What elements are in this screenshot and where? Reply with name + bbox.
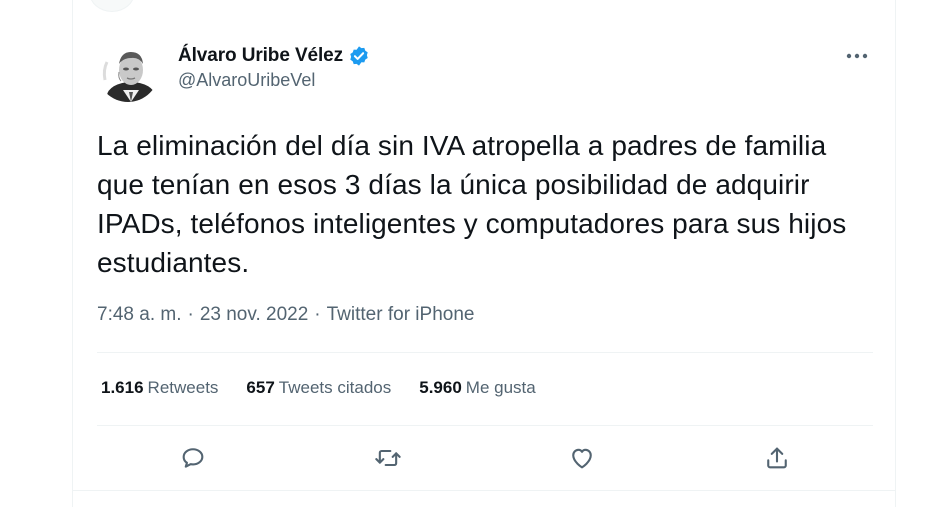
- share-icon: [767, 447, 787, 469]
- retweets-count: 1.616: [101, 378, 144, 397]
- reply-button[interactable]: [175, 440, 211, 476]
- like-icon: [572, 448, 592, 469]
- meta-separator: ·: [187, 304, 194, 325]
- meta-separator: ·: [314, 304, 321, 325]
- tweet-text: La eliminación del día sin IVA atropella…: [97, 130, 847, 278]
- tweet-detail-column: Álvaro Uribe Vélez @AlvaroUribeVel La el…: [72, 0, 896, 507]
- previous-element-stub: [89, 0, 135, 12]
- divider: [97, 352, 873, 353]
- author-name-row: Álvaro Uribe Vélez: [178, 44, 370, 68]
- share-button[interactable]: [759, 440, 795, 476]
- likes-label: Me gusta: [465, 378, 536, 397]
- tweet-page: Álvaro Uribe Vélez @AlvaroUribeVel La el…: [0, 0, 935, 507]
- like-button[interactable]: [564, 440, 600, 476]
- tweet-action-bar: [73, 440, 895, 476]
- retweets-stat[interactable]: 1.616 Retweets: [101, 378, 218, 398]
- tweet-source[interactable]: Twitter for iPhone: [327, 304, 475, 326]
- avatar[interactable]: [97, 40, 159, 102]
- engagement-stats: 1.616 Retweets 657 Tweets citados 5.960 Me …: [101, 378, 564, 398]
- more-horizontal-icon: [846, 53, 868, 59]
- more-options-button[interactable]: [843, 44, 871, 68]
- author-block: Álvaro Uribe Vélez @AlvaroUribeVel: [178, 44, 370, 91]
- retweets-label: Retweets: [147, 378, 219, 397]
- likes-stat[interactable]: 5.960 Me gusta: [419, 378, 535, 398]
- quotes-count: 657: [246, 378, 275, 397]
- retweet-icon: [375, 449, 401, 467]
- divider: [97, 425, 873, 426]
- reply-icon: [182, 448, 204, 468]
- divider: [73, 490, 895, 491]
- author-handle[interactable]: @AlvaroUribeVel: [178, 70, 370, 91]
- verified-badge-icon: [348, 45, 370, 67]
- quotes-stat[interactable]: 657 Tweets citados: [246, 378, 391, 398]
- tweet-metadata: 7:48 a. m. · 23 nov. 2022 · Twitter for …: [97, 304, 474, 326]
- tweet-time[interactable]: 7:48 a. m.: [97, 304, 182, 326]
- author-display-name[interactable]: Álvaro Uribe Vélez: [178, 45, 343, 67]
- likes-count: 5.960: [419, 378, 462, 397]
- quotes-label: Tweets citados: [278, 378, 392, 397]
- avatar-image: [97, 40, 159, 102]
- tweet-date[interactable]: 23 nov. 2022: [200, 304, 308, 326]
- retweet-button[interactable]: [370, 440, 406, 476]
